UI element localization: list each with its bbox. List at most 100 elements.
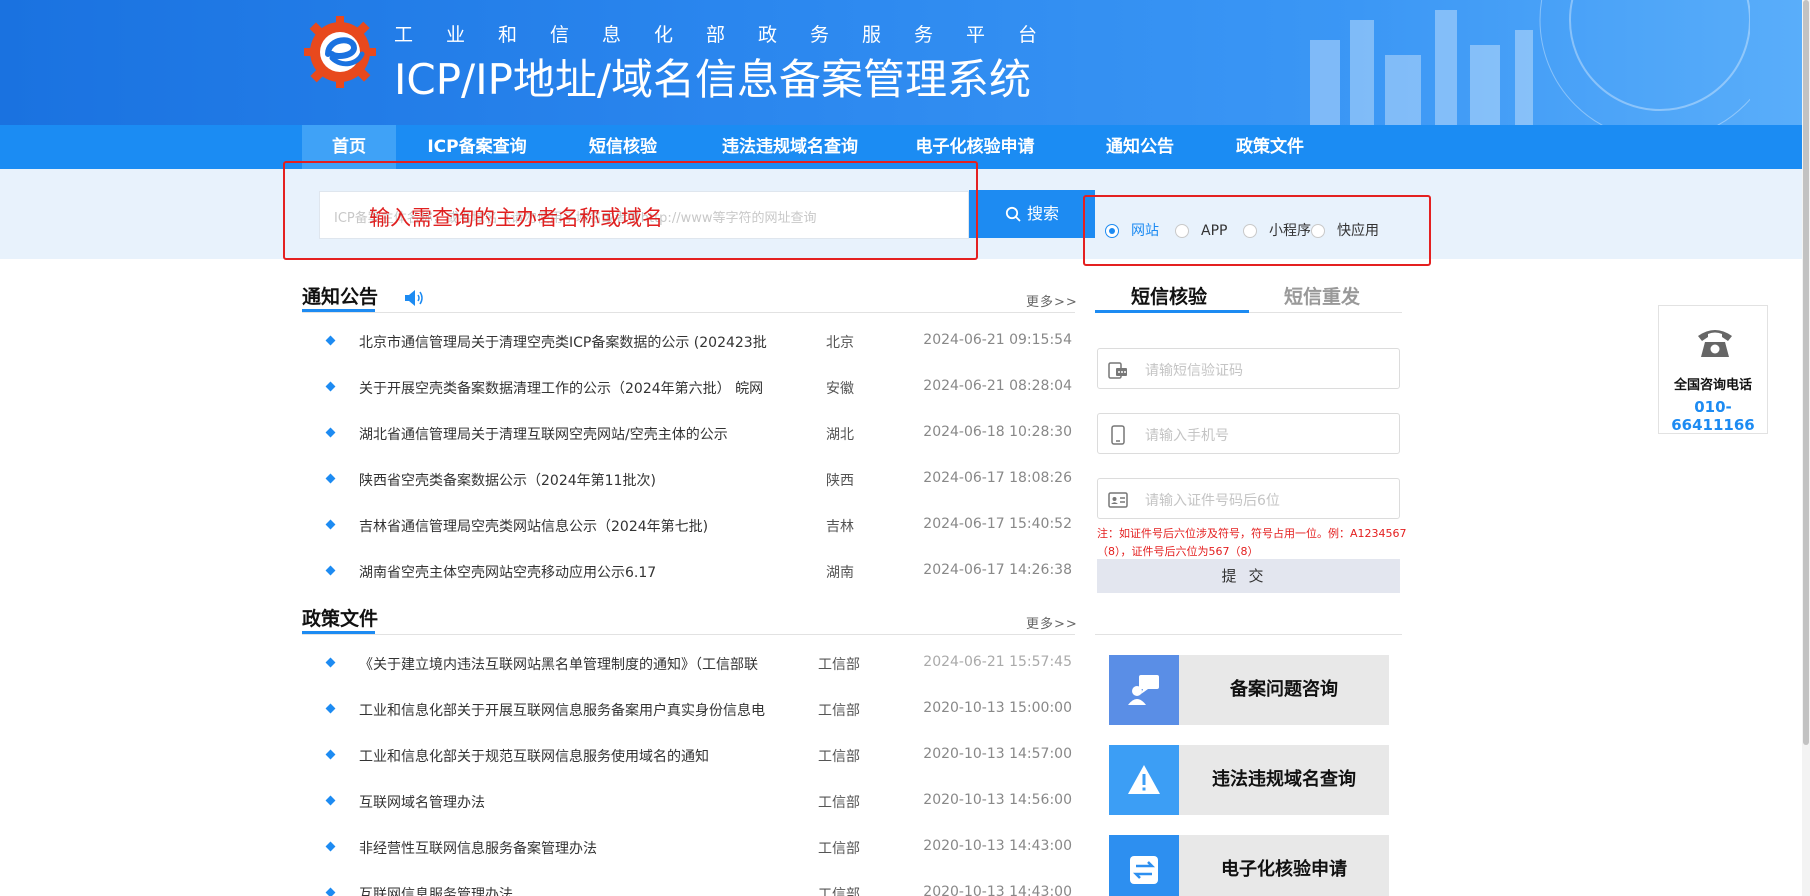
notice-row[interactable]: 北京市通信管理局关于清理空壳类ICP备案数据的公示 (202423批 北京 2024… [302,330,1072,354]
submit-button[interactable]: 提交 [1097,559,1400,593]
bullet-icon [325,887,336,896]
radio-dot [1243,224,1257,238]
sms-code-placeholder: 请输短信验证码 [1145,363,1243,379]
radio-dot [1175,224,1189,238]
notice-province: 湖南 [826,565,854,581]
header-city-decoration [1310,0,1750,125]
notice-date: 2024-06-17 14:26:38 [923,562,1072,578]
ministry-logo [304,16,376,88]
header-subtitle: 工业和信息化部政务服务平台 [394,24,1071,46]
tab-sms-verify[interactable]: 短信核验 [1131,282,1207,309]
policies-title: 政策文件 [302,608,379,630]
bullet-icon [325,703,336,714]
bullet-icon [325,749,336,760]
id-number-field[interactable]: 请输入证件号码后6位 [1097,478,1400,519]
card-icon-box [1109,655,1179,725]
nav-notices[interactable]: 通知公告 [1092,125,1188,169]
policy-date: 2020-10-13 14:43:00 [923,884,1072,896]
policy-row[interactable]: 工业和信息化部关于规范互联网信息服务使用域名的通知 工信部 2020-10-13 1… [302,744,1072,768]
notice-title: 湖南省空壳主体空壳网站空壳移动应用公示6.17 [359,565,657,581]
notices-more-link[interactable]: 更多>> [1026,291,1078,310]
policy-row[interactable]: 《关于建立境内违法互联网站黑名单管理制度的通知》（工信部联 工信部 2024-06-… [302,652,1072,676]
policy-title: 工业和信息化部关于规范互联网信息服务使用域名的通知 [359,749,709,765]
notice-row[interactable]: 关于开展空壳类备案数据清理工作的公示（2024年第六批） 皖网 安徽 2024-06… [302,376,1072,400]
policy-title: 非经营性互联网信息服务备案管理办法 [359,841,597,857]
bullet-icon [325,519,336,530]
card-illegal-domain[interactable]: 违法违规域名查询 [1109,745,1389,815]
id-note-line2: （8），证件号后六位为567（8） [1097,545,1259,558]
notice-province: 湖北 [826,427,854,443]
tab-sms-resend[interactable]: 短信重发 [1284,282,1360,309]
notice-title: 湖北省通信管理局关于清理互联网空壳网站/空壳主体的公示 [359,427,728,443]
policy-source: 工信部 [818,887,860,896]
policy-row[interactable]: 非经营性互联网信息服务备案管理办法 工信部 2020-10-13 14:43:00 [302,836,1072,860]
hotline-label: 全国咨询电话 [1673,378,1752,393]
policy-row[interactable]: 工业和信息化部关于开展互联网信息服务备案用户真实身份信息电 工信部 2020-10-… [302,698,1072,722]
speaker-icon [405,290,423,306]
sms-code-field[interactable]: 请输短信验证码 [1097,348,1400,389]
card-consult[interactable]: 备案问题咨询 [1109,655,1389,725]
policy-title: 互联网信息服务管理办法 [359,887,513,896]
consult-icon [1128,675,1159,705]
notice-row[interactable]: 陕西省空壳类备案数据公示（2024年第11批次) 陕西 2024-06-17 18:… [302,468,1072,492]
annotation-box-search [283,161,978,260]
notices-divider [302,312,1075,313]
policy-row[interactable]: 互联网域名管理办法 工信部 2020-10-13 14:56:00 [302,790,1072,814]
site-header: 工业和信息化部政务服务平台 ICP/IP地址/域名信息备案管理系统 [0,0,1810,125]
bullet-icon [325,335,336,346]
radio-label: 网站 [1131,223,1159,239]
policy-title: 《关于建立境内违法互联网站黑名单管理制度的通知》（工信部联 [359,657,758,673]
bullet-icon [325,657,336,668]
notice-date: 2024-06-18 10:28:30 [923,424,1072,440]
sms-tab-underline [1095,310,1249,313]
notice-date: 2024-06-17 18:08:26 [923,470,1072,486]
id-number-placeholder: 请输入证件号码后6位 [1145,493,1280,509]
radio-dot [1311,224,1325,238]
card-icon-box [1109,745,1179,815]
policy-date: 2020-10-13 14:57:00 [923,746,1072,762]
card-consult-label: 备案问题咨询 [1230,679,1338,700]
policy-source: 工信部 [818,841,860,857]
radio-label: 小程序 [1269,223,1311,239]
nav-policies[interactable]: 政策文件 [1222,125,1318,169]
card-icon-box [1109,835,1179,896]
policy-date: 2020-10-13 14:56:00 [923,792,1072,808]
notice-row[interactable]: 湖南省空壳主体空壳网站空壳移动应用公示6.17 湖南 2024-06-17 14:2… [302,560,1072,584]
exchange-icon [1130,856,1158,884]
bullet-icon [325,473,336,484]
policy-source: 工信部 [818,749,860,765]
policy-source: 工信部 [818,795,860,811]
policy-title: 工业和信息化部关于开展互联网信息服务备案用户真实身份信息电 [359,703,765,719]
hotline-number: 010-66411166 [1671,398,1755,434]
card-illegal-domain-label: 违法违规域名查询 [1212,769,1356,790]
policy-row[interactable]: 互联网信息服务管理办法 工信部 2020-10-13 14:43:00 [302,882,1072,896]
sms-bottom-divider [1095,634,1402,635]
notice-row[interactable]: 湖北省通信管理局关于清理互联网空壳网站/空壳主体的公示 湖北 2024-06-18 … [302,422,1072,446]
page-title: ICP/IP地址/域名信息备案管理系统 [394,55,1032,104]
sms-tab-divider [1249,312,1402,313]
warning-icon [1128,765,1160,794]
bullet-icon [325,795,336,806]
card-e-verify-label: 电子化核验申请 [1221,859,1347,880]
notice-row[interactable]: 吉林省通信管理局空壳类网站信息公示（2024年第七批) 吉林 2024-06-17 … [302,514,1072,538]
notice-title: 陕西省空壳类备案数据公示（2024年第11批次) [359,473,656,489]
page-scrollbar[interactable] [1802,0,1810,896]
search-icon [1005,206,1021,222]
bullet-icon [325,841,336,852]
mobile-icon [1111,425,1125,445]
search-button[interactable]: 搜索 [969,190,1095,238]
notice-province: 安徽 [826,381,854,397]
policies-divider [302,634,1075,635]
card-e-verify[interactable]: 电子化核验申请 [1109,835,1389,896]
radio-label: 快应用 [1337,223,1379,239]
policy-date: 2024-06-21 15:57:45 [923,654,1072,670]
scrollbar-thumb[interactable] [1803,0,1809,745]
sms-icon [1108,362,1127,379]
policies-more-link[interactable]: 更多>> [1026,613,1078,632]
id-card-icon [1108,492,1128,508]
notice-province: 北京 [826,335,854,351]
notice-province: 吉林 [826,519,854,535]
policy-date: 2020-10-13 15:00:00 [923,700,1072,716]
policy-source: 工信部 [818,657,860,673]
phone-field[interactable]: 请输入手机号 [1097,413,1400,454]
